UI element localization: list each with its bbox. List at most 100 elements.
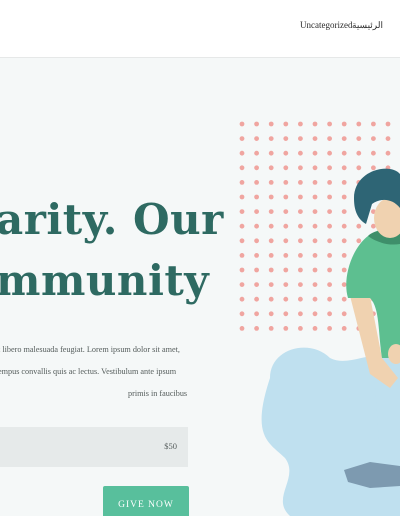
pattern-dot [327,165,332,171]
pattern-dot [327,282,332,287]
pattern-dot [312,136,318,141]
pattern-dot [254,209,259,215]
pattern-dot [371,150,376,156]
pattern-dot [341,150,347,156]
pattern-dot [239,121,245,127]
pattern-dot [268,150,274,156]
pattern-dot [254,121,259,127]
pattern-dot [268,326,274,331]
pattern-dot [239,282,245,287]
pattern-dot [312,267,318,273]
pattern-dot [254,165,259,171]
pattern-dot [254,150,259,156]
pattern-dot [312,326,318,331]
pattern-dot [239,296,245,302]
pattern-dot [356,223,362,229]
pattern-dot [268,209,274,215]
pattern-dot [268,223,274,229]
pattern-dot [298,121,303,127]
pattern-dot [283,282,289,287]
top-nav-bar: Uncategorized الرئيسية [0,0,400,58]
pattern-dot [254,238,259,244]
pattern-dot [298,326,303,331]
give-now-button[interactable]: GIVE NOW [103,486,189,516]
pattern-dot [341,136,347,141]
pattern-dot [254,267,259,273]
pattern-dot [268,194,274,200]
pattern-dot [356,238,362,244]
pattern-dot [283,267,289,273]
pattern-dot [371,121,376,127]
pattern-dot [239,238,245,244]
pattern-dot [254,180,259,185]
hero-paragraph-line-2: empus convallis quis ac lectus. Vestibul… [0,367,177,376]
pattern-dot [239,253,245,258]
pattern-dot [268,180,274,185]
pattern-dot [341,194,347,200]
pattern-dot [327,194,332,200]
pattern-dot [312,311,318,317]
pattern-dot [254,296,259,302]
pattern-dot [298,223,303,229]
pattern-dot [239,150,245,156]
hero-headline-line-1: arity. Our [0,195,224,244]
pattern-dot [327,326,332,331]
pattern-dot [341,209,347,215]
pattern-dot [239,209,245,215]
pattern-dot [283,296,289,302]
pattern-dot [254,194,259,200]
pattern-dot [254,326,259,331]
pattern-dot [298,253,303,258]
pattern-dot [268,311,274,317]
pattern-dot [239,180,245,185]
pattern-dot [356,150,362,156]
pattern-dot [356,121,362,127]
pattern-dot [385,121,391,127]
pattern-dot [239,165,245,171]
pattern-dot [341,296,347,302]
pattern-dot [327,267,332,273]
pattern-dot [327,296,332,302]
pattern-dot [312,150,318,156]
pattern-dot [385,136,391,141]
pattern-dot [312,209,318,215]
pattern-dot [298,194,303,200]
pattern-dot [341,253,347,258]
hero-headline-line-2: mmunity [0,256,210,305]
pattern-dot [341,267,347,273]
pattern-dot [312,223,318,229]
pattern-dot [385,150,391,156]
pattern-dot [327,223,332,229]
nav-link-home[interactable]: الرئيسية [352,20,383,31]
pattern-dot [312,165,318,171]
pattern-dot [283,311,289,317]
pattern-dot [371,165,376,171]
pattern-dot [268,165,274,171]
nav-link-uncategorized[interactable]: Uncategorized [300,20,352,30]
hero-paragraph-line-3: primis in faucibus [128,389,188,398]
pattern-dot [371,136,376,141]
pattern-dot [268,282,274,287]
pattern-dot [298,136,303,141]
pattern-dot [312,282,318,287]
pattern-dot [312,238,318,244]
pattern-dot [298,150,303,156]
pattern-dot [356,165,362,171]
pattern-dot [298,180,303,185]
pattern-dot [298,282,303,287]
pattern-dot [254,136,259,141]
pattern-dot [283,165,289,171]
pattern-dot [283,150,289,156]
pattern-dot [341,121,347,127]
donation-amount-field[interactable]: $50 [0,427,188,467]
hero-illustration [239,121,400,516]
pattern-dot [341,180,347,185]
pattern-dot [341,311,347,317]
pattern-dot [356,136,362,141]
pattern-dot [341,223,347,229]
pattern-dot [254,311,259,317]
pattern-dot [327,180,332,185]
pattern-dot [268,136,274,141]
pattern-dot [283,194,289,200]
pattern-dot [268,121,274,127]
